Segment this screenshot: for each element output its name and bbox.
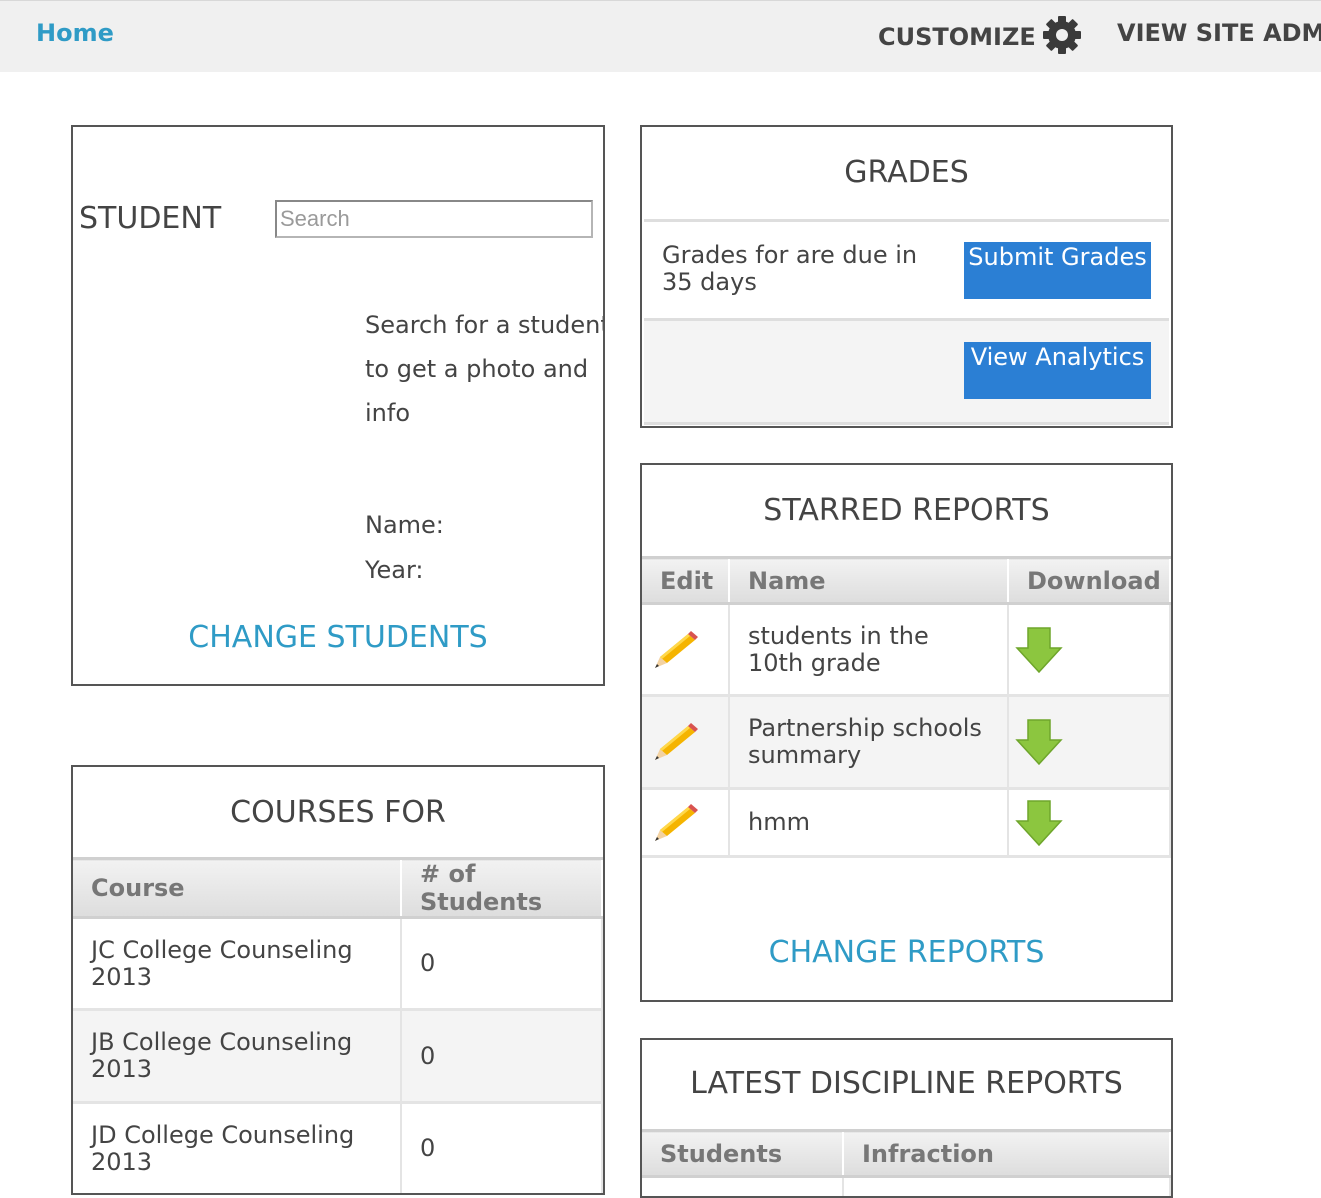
download-arrow-icon[interactable] [1015,799,1063,847]
gear-icon [1042,15,1082,55]
change-students-link[interactable]: CHANGE STUDENTS [73,620,603,655]
column-header-download: Download [1008,558,1170,604]
discipline-header-row: Students Infraction [642,1131,1170,1177]
customize-label: CUSTOMIZE [878,23,1036,51]
table-row: Partnership schools summary [642,696,1170,789]
download-arrow-icon[interactable] [1015,718,1063,766]
change-reports-link[interactable]: CHANGE REPORTS [642,935,1171,970]
table-row: students in the 10th grade [642,604,1170,696]
course-student-count: 0 [401,1010,602,1103]
course-name[interactable]: JB College Counseling 2013 [73,1010,401,1103]
customize-button[interactable]: CUSTOMIZE [878,19,1082,55]
view-analytics-button[interactable]: View Analytics [964,342,1151,399]
grades-title: GRADES [642,155,1171,190]
student-year-label: Year: [365,556,423,584]
submit-grades-button[interactable]: Submit Grades [964,242,1151,299]
column-header-infraction: Infraction [843,1131,1170,1177]
column-header-course: Course [73,859,401,918]
table-row [642,1177,1170,1198]
course-name[interactable]: JD College Counseling 2013 [73,1103,401,1195]
report-name[interactable]: Partnership schools summary [729,696,1008,789]
student-panel: STUDENT Search for a student to get a ph… [71,125,605,686]
table-row: JC College Counseling 2013 0 [73,918,602,1010]
course-name[interactable]: JC College Counseling 2013 [73,918,401,1010]
download-arrow-icon[interactable] [1015,626,1063,674]
pencil-icon[interactable] [652,721,700,763]
student-name-label: Name: [365,511,444,539]
report-name[interactable]: hmm [729,789,1008,857]
table-row: hmm [642,789,1170,857]
view-site-admin-link[interactable]: VIEW SITE ADMIN [1117,19,1321,47]
grades-panel: GRADES Grades for are due in 35 days Sub… [640,125,1173,428]
starred-reports-title: STARRED REPORTS [642,493,1171,528]
discipline-reports-panel: LATEST DISCIPLINE REPORTS Students Infra… [640,1038,1173,1198]
course-student-count: 0 [401,918,602,1010]
table-row: JD College Counseling 2013 0 [73,1103,602,1195]
home-link[interactable]: Home [36,19,114,47]
student-label: STUDENT [79,201,221,236]
student-search-input[interactable] [275,200,593,238]
courses-header-row: Course # of Students [73,859,602,918]
discipline-reports-table: Students Infraction [642,1129,1171,1198]
column-header-students: Students [642,1131,843,1177]
courses-panel: COURSES FOR Course # of Students JC Coll… [71,765,605,1195]
table-row [73,1195,602,1196]
discipline-reports-title: LATEST DISCIPLINE REPORTS [642,1066,1171,1101]
pencil-icon[interactable] [652,629,700,671]
starred-reports-panel: STARRED REPORTS Edit Name Download [640,463,1173,1002]
student-search-help-text: Search for a student to get a photo and … [365,303,605,435]
column-header-students: # of Students [401,859,602,918]
column-header-edit: Edit [642,558,729,604]
grades-due-row: Grades for are due in 35 days Submit Gra… [644,219,1169,321]
courses-title: COURSES FOR [73,795,603,830]
starred-reports-header-row: Edit Name Download [642,558,1170,604]
top-nav-bar: Home CUSTOMIZE VIEW SITE ADMIN [0,0,1321,72]
column-header-name: Name [729,558,1008,604]
table-row: JB College Counseling 2013 0 [73,1010,602,1103]
courses-table: Course # of Students JC College Counseli… [73,857,603,1195]
course-student-count: 0 [401,1103,602,1195]
report-name[interactable]: students in the 10th grade [729,604,1008,696]
starred-reports-table: Edit Name Download students in the 10th … [642,556,1171,858]
grades-due-text: Grades for are due in 35 days [662,242,932,296]
grades-analytics-row: View Analytics [644,321,1169,425]
pencil-icon[interactable] [652,802,700,844]
